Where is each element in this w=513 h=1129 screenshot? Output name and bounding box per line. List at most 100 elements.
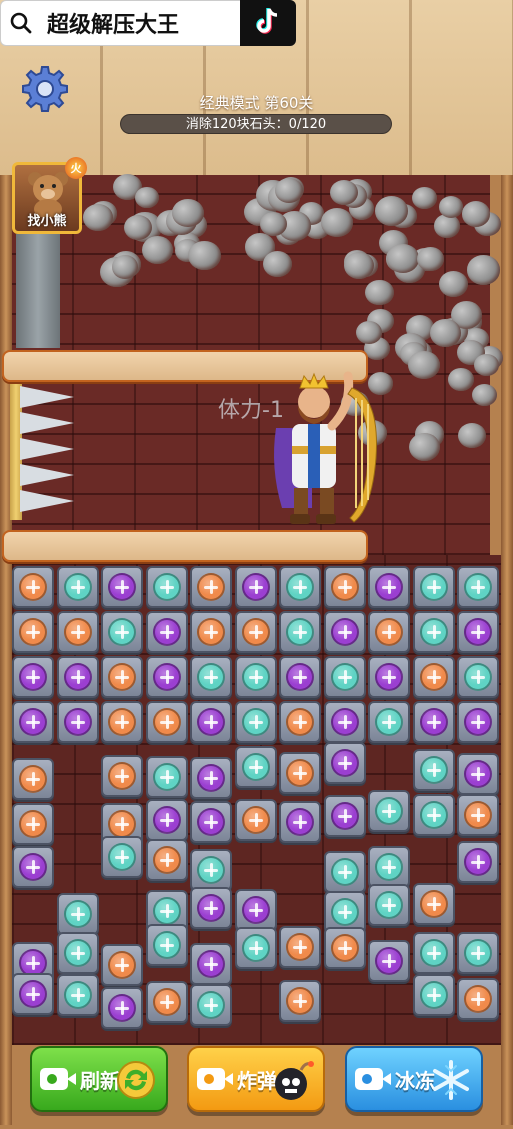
screw-tile[interactable] [56,656,99,698]
screw-tile[interactable] [279,752,321,794]
screw-tile[interactable] [101,836,143,878]
screw-tile[interactable] [145,839,188,881]
screw-tile[interactable] [145,701,188,743]
screw-tile[interactable] [279,926,321,968]
screw-tile[interactable] [145,924,188,966]
screw-tile[interactable] [279,701,321,743]
screw-tile[interactable] [56,566,99,608]
screw-tile[interactable] [323,656,366,698]
screw-tile[interactable] [368,656,410,698]
screw-tile[interactable] [145,566,188,608]
screw-tile[interactable] [412,883,455,925]
screw-tile[interactable] [101,656,143,698]
screw-tile[interactable] [234,799,277,841]
king-character [266,368,382,528]
screw-tile[interactable] [412,701,455,743]
screw-tile[interactable] [368,884,410,926]
screw-tile[interactable] [145,799,188,841]
screw-tile[interactable] [190,984,232,1026]
screw-tile[interactable] [190,849,232,891]
screw-tile[interactable] [457,656,499,698]
find-bear-card[interactable]: 找小熊 火 [12,157,87,234]
screw-tile[interactable] [12,656,54,698]
rock [365,280,394,306]
screw-tile[interactable] [145,981,188,1023]
screw-tile[interactable] [101,987,143,1029]
screw-tile[interactable] [457,753,499,795]
screw-tile[interactable] [323,611,366,653]
screw-tile[interactable] [234,889,277,931]
screw-tile[interactable] [12,846,54,888]
screw-tile[interactable] [145,656,188,698]
screw-tile[interactable] [234,746,277,788]
screw-tile[interactable] [190,801,232,843]
screw-tile[interactable] [412,656,455,698]
screw-tile[interactable] [190,611,232,653]
screw-tile[interactable] [56,893,99,935]
screw-tile[interactable] [12,701,54,743]
screw-tile[interactable] [279,566,321,608]
screw-tile[interactable] [279,611,321,653]
screw-tile[interactable] [56,701,99,743]
screw-tile[interactable] [234,566,277,608]
screw-tile[interactable] [457,841,499,883]
screw-tile[interactable] [145,756,188,798]
screw-tile[interactable] [12,973,54,1015]
screw-tile[interactable] [457,978,499,1020]
screw-tile[interactable] [56,974,99,1016]
screw-tile[interactable] [412,974,455,1016]
screw-tile[interactable] [457,932,499,974]
screw-tile[interactable] [101,755,143,797]
screw-tile[interactable] [323,795,366,837]
screw-tile[interactable] [12,758,54,800]
freeze-button[interactable]: 冰冻 [345,1046,483,1112]
screw-tile[interactable] [190,757,232,799]
screw-tile[interactable] [412,566,455,608]
screw-tile[interactable] [12,611,54,653]
screw-tile[interactable] [190,656,232,698]
bomb-button[interactable]: 炸弹 [187,1046,325,1112]
screw-tile[interactable] [368,701,410,743]
screw-tile[interactable] [368,566,410,608]
screw-tile[interactable] [190,701,232,743]
screw-tile[interactable] [323,851,366,893]
screw-tile[interactable] [323,927,366,969]
screw-tile[interactable] [457,611,499,653]
screw-tile[interactable] [12,566,54,608]
screw-tile[interactable] [145,611,188,653]
screw-tile[interactable] [323,701,366,743]
tiktok-button[interactable] [240,0,296,46]
screw-tile[interactable] [101,701,143,743]
screw-tile[interactable] [190,887,232,929]
screw-tile[interactable] [412,611,455,653]
screw-tile[interactable] [323,566,366,608]
screw-tile[interactable] [368,846,410,888]
screw-tile[interactable] [234,701,277,743]
screw-tile[interactable] [12,803,54,845]
screw-tile[interactable] [368,790,410,832]
screw-tile[interactable] [101,944,143,986]
refresh-button[interactable]: 刷新 [30,1046,168,1112]
screw-tile[interactable] [457,566,499,608]
screw-tile[interactable] [190,943,232,985]
screw-tile[interactable] [234,927,277,969]
screw-tile[interactable] [412,794,455,836]
screw-tile[interactable] [323,742,366,784]
screw-tile[interactable] [279,980,321,1022]
lower-pin-plank[interactable] [2,530,368,562]
screw-tile[interactable] [457,794,499,836]
screw-tile[interactable] [279,656,321,698]
screw-tile[interactable] [101,611,143,653]
screw-tile[interactable] [457,701,499,743]
screw-tile[interactable] [56,932,99,974]
screw-tile[interactable] [412,749,455,791]
screw-tile[interactable] [412,932,455,974]
screw-tile[interactable] [234,656,277,698]
screw-tile[interactable] [279,801,321,843]
screw-tile[interactable] [234,611,277,653]
screw-tile[interactable] [368,611,410,653]
screw-tile[interactable] [56,611,99,653]
screw-tile[interactable] [101,566,143,608]
screw-tile[interactable] [190,566,232,608]
screw-tile[interactable] [368,940,410,982]
